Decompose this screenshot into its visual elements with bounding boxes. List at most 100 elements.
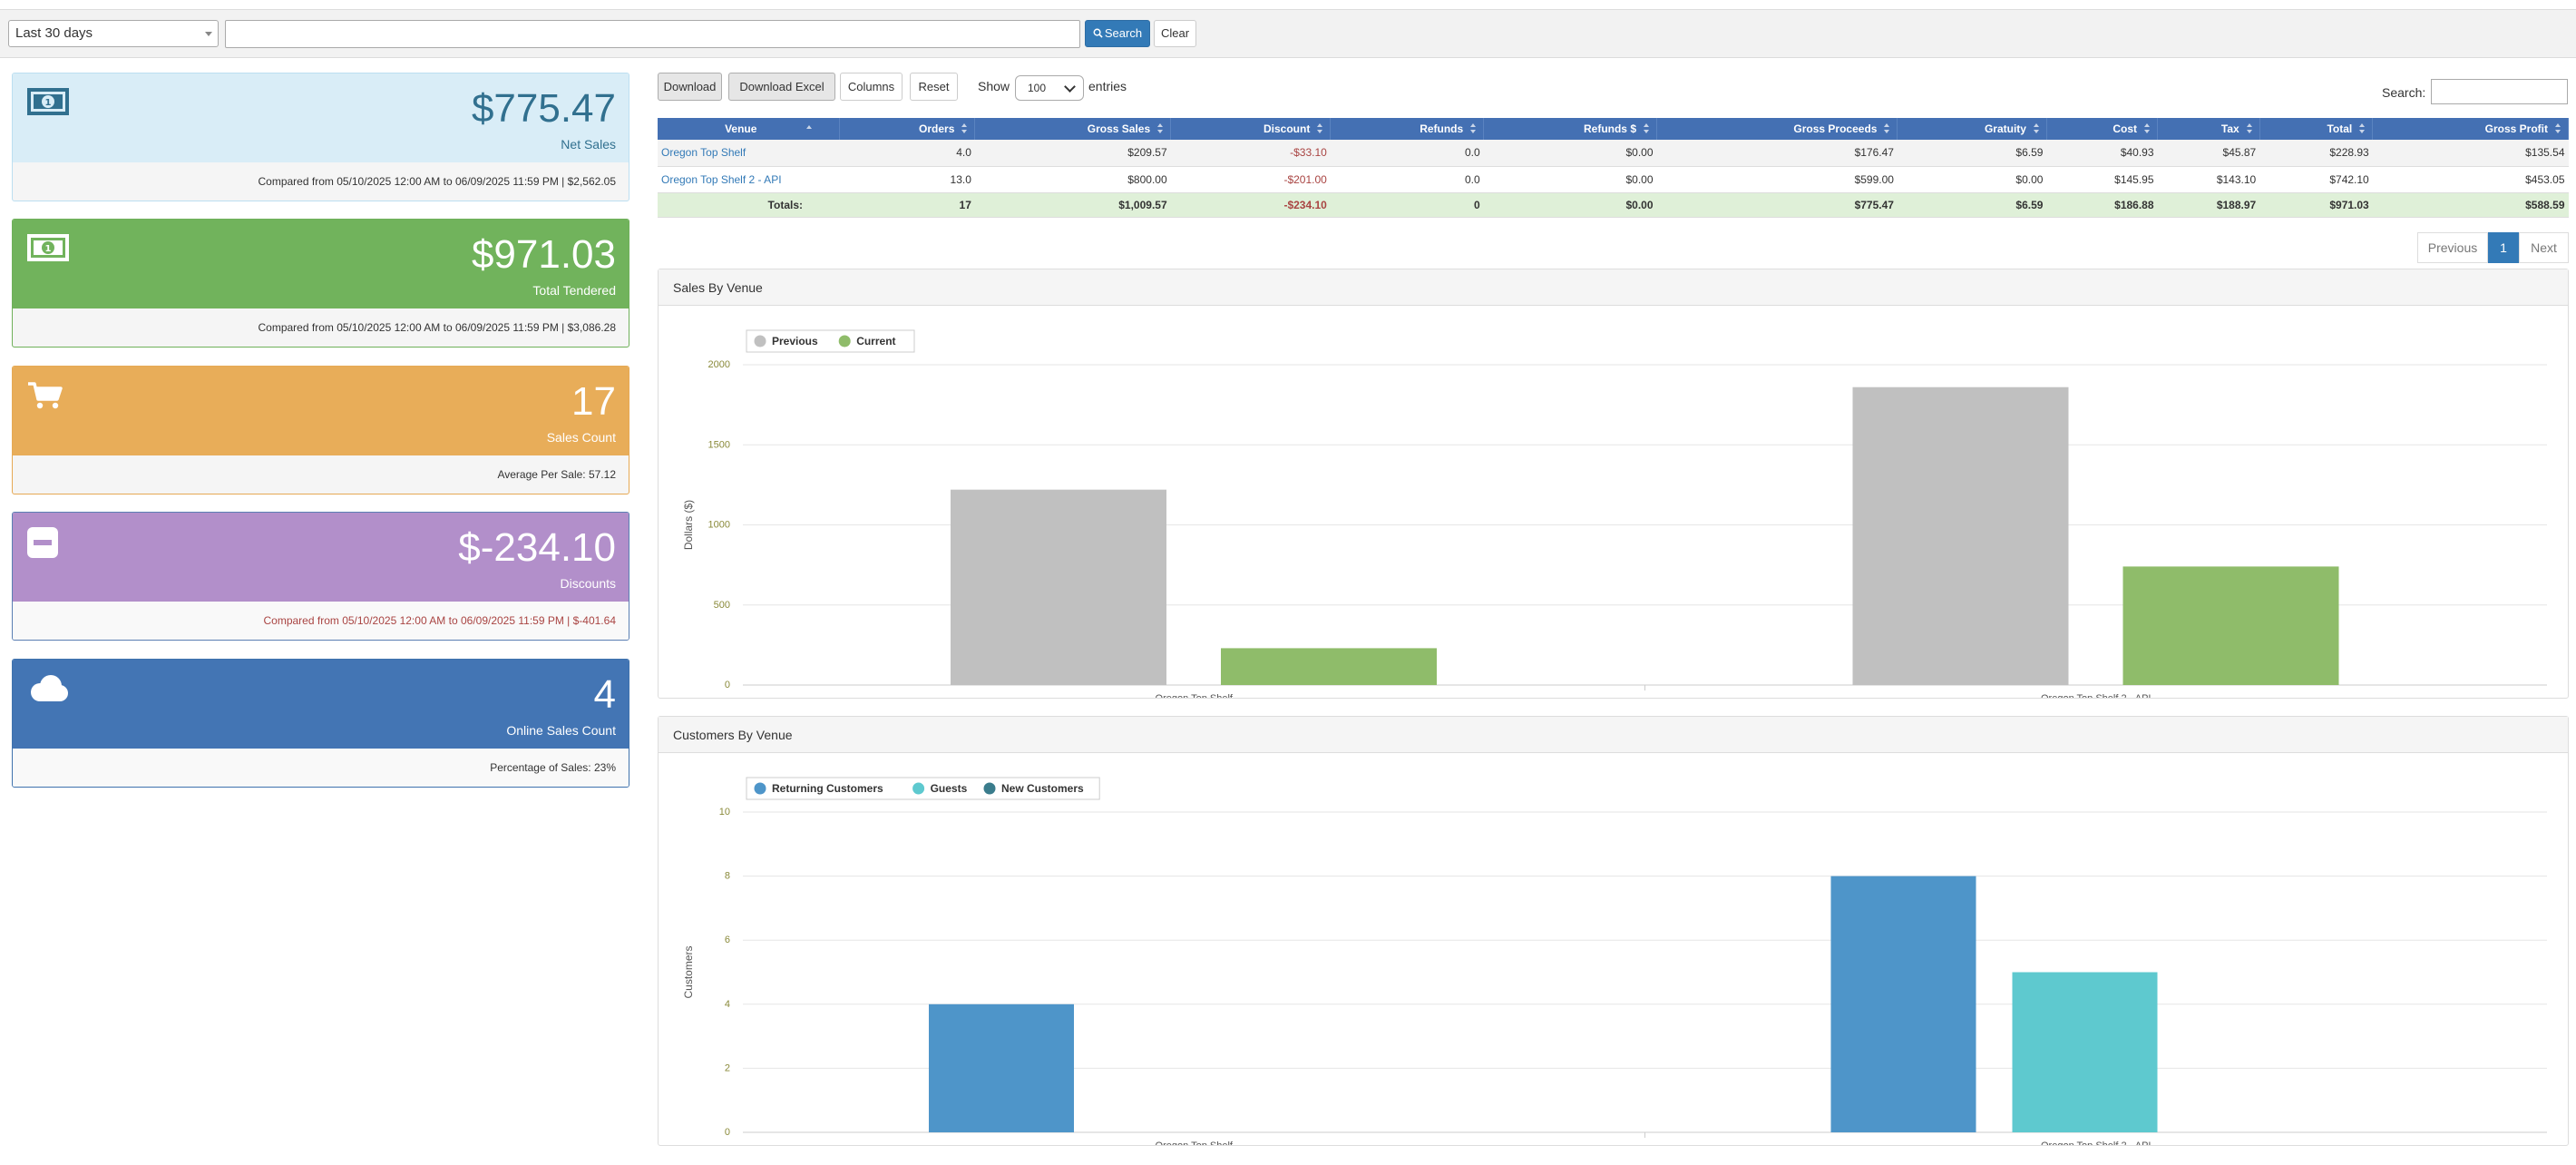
sales-table: Venue Orders Gross Sales Discount Refund… <box>658 118 2569 218</box>
y-tick-label: 2000 <box>708 359 730 370</box>
next-page-button[interactable]: Next <box>2519 232 2569 263</box>
column-header-discount[interactable]: Discount <box>1170 118 1332 140</box>
page-1-button[interactable]: 1 <box>2488 232 2519 263</box>
bar <box>2122 566 2339 685</box>
download-excel-button[interactable]: Download Excel <box>728 73 835 101</box>
column-header-tax[interactable]: Tax <box>2157 118 2260 140</box>
table-search-input[interactable] <box>2431 79 2568 104</box>
caret-down-icon <box>205 32 212 36</box>
y-tick-label: 0 <box>725 1127 730 1138</box>
sort-icon <box>1157 123 1164 134</box>
total-tendered-footer: Compared from 05/10/2025 12:00 AM to 06/… <box>258 321 617 334</box>
total-tendered-value: $971.03 <box>471 232 616 277</box>
sort-icon <box>2359 123 2366 134</box>
online-sales-value: 4 <box>593 672 616 717</box>
online-sales-footer: Percentage of Sales: 23% <box>13 749 629 787</box>
sort-icon <box>2246 123 2252 134</box>
money-icon: 1 <box>27 88 69 115</box>
download-button[interactable]: Download <box>658 73 722 101</box>
date-range-select[interactable]: Last 30 days <box>8 20 219 47</box>
table-row: Oregon Top Shelf 4.0 $209.57 -$33.10 0.0… <box>658 140 2569 167</box>
totals-cell: 0 <box>1330 192 1484 218</box>
venue-link[interactable]: Oregon Top Shelf 2 - API <box>658 166 839 193</box>
net-sales-card: 1 $775.47 Net Sales Compared from 05/10/… <box>12 73 629 201</box>
table-cell: $599.00 <box>1656 166 1898 193</box>
sort-icon <box>2033 123 2039 134</box>
customers-by-venue-title: Customers By Venue <box>659 717 2568 753</box>
legend-label: Current <box>856 335 895 348</box>
online-sales-card: 4 Online Sales Count Percentage of Sales… <box>12 659 629 788</box>
table-cell: $176.47 <box>1656 140 1898 167</box>
legend: Returning Customers Guests New Customers <box>746 777 1100 800</box>
table-cell: $143.10 <box>2157 166 2260 193</box>
totals-cell: $188.97 <box>2157 192 2260 218</box>
sort-asc-icon <box>805 125 812 129</box>
columns-button[interactable]: Columns <box>840 73 903 101</box>
legend-label: Guests <box>931 782 968 795</box>
table-row: Oregon Top Shelf 2 - API 13.0 $800.00 -$… <box>658 166 2569 193</box>
sort-icon <box>961 123 968 134</box>
totals-cell: $971.03 <box>2259 192 2373 218</box>
column-header-gratuity[interactable]: Gratuity <box>1897 118 2047 140</box>
legend-swatch <box>983 782 996 795</box>
column-header-venue[interactable]: Venue <box>658 118 840 140</box>
y-tick-label: 6 <box>725 935 730 945</box>
sales-by-venue-chart: 0 500 1000 1500 2000 Dollars ($) Oregon Top Sh… <box>682 329 2547 698</box>
legend: Previous Current <box>746 329 915 353</box>
column-header-cost[interactable]: Cost <box>2046 118 2159 140</box>
entries-label: entries <box>1088 79 1127 93</box>
y-axis-label: Dollars ($) <box>682 500 695 550</box>
table-cell: $45.87 <box>2157 140 2260 167</box>
column-header-gross-profit[interactable]: Gross Profit <box>2372 118 2569 140</box>
page-length-select[interactable]: 100 <box>1015 75 1084 101</box>
net-sales-footer: Compared from 05/10/2025 12:00 AM to 06/… <box>258 175 617 188</box>
show-label: Show <box>978 79 1010 93</box>
legend-label: Returning Customers <box>772 782 883 795</box>
discounts-header: $-234.10 Discounts <box>13 513 629 602</box>
customers-by-venue-chart: 0 2 4 6 8 10 Customers Oregon Top Shelf Oregon T… <box>682 777 2547 1145</box>
cloud-icon <box>31 675 68 701</box>
column-header-gross-sales[interactable]: Gross Sales <box>974 118 1172 140</box>
y-axis-label: Customers <box>682 945 695 998</box>
table-cell: $209.57 <box>974 140 1171 167</box>
reset-button[interactable]: Reset <box>910 73 958 101</box>
customers-by-venue-panel: Customers By Venue 0 2 4 6 8 10 Customers Orego… <box>658 716 2569 1146</box>
totals-row: Totals: 17 $1,009.57 -$234.10 0 $0.00 $7… <box>658 192 2569 218</box>
clear-button[interactable]: Clear <box>1154 20 1196 47</box>
table-cell: 0.0 <box>1330 140 1484 167</box>
table-header-row: Venue Orders Gross Sales Discount Refund… <box>658 118 2569 140</box>
y-tick-label: 8 <box>725 871 730 882</box>
x-tick-label: Oregon Top Shelf 2 - API <box>2041 1141 2151 1145</box>
sort-icon <box>2144 123 2151 134</box>
column-header-orders[interactable]: Orders <box>839 118 976 140</box>
table-cell: 13.0 <box>839 166 975 193</box>
total-tendered-card: 1 $971.03 Total Tendered Compared from 0… <box>12 219 629 348</box>
net-sales-header: 1 $775.47 Net Sales <box>13 73 629 162</box>
discounts-value: $-234.10 <box>458 525 616 570</box>
totals-cell: -$234.10 <box>1170 192 1331 218</box>
sort-icon <box>1644 123 1649 134</box>
table-cell: $6.59 <box>1897 140 2047 167</box>
sort-icon <box>1884 123 1890 134</box>
venue-link[interactable]: Oregon Top Shelf <box>658 140 839 167</box>
table-cell: 4.0 <box>839 140 975 167</box>
shopping-cart-icon <box>28 382 63 409</box>
column-header-gross-proceeds[interactable]: Gross Proceeds <box>1656 118 1898 140</box>
sales-count-label: Sales Count <box>546 430 616 445</box>
column-header-refunds-amount[interactable]: Refunds $ <box>1483 118 1657 140</box>
column-header-total[interactable]: Total <box>2259 118 2374 140</box>
net-sales-label: Net Sales <box>561 137 616 152</box>
filter-search-input[interactable] <box>225 20 1080 48</box>
bar <box>951 489 1166 685</box>
x-tick-label: Oregon Top Shelf 2 - API <box>2041 693 2151 698</box>
net-sales-value: $775.47 <box>471 86 616 131</box>
table-cell: $0.00 <box>1483 140 1657 167</box>
y-tick-label: 500 <box>714 600 730 611</box>
svg-text:1: 1 <box>45 98 52 108</box>
column-header-refunds[interactable]: Refunds <box>1330 118 1485 140</box>
search-button[interactable]: Search <box>1085 20 1150 47</box>
discounts-card: $-234.10 Discounts Compared from 05/10/2… <box>12 512 629 641</box>
previous-page-button[interactable]: Previous <box>2417 232 2488 263</box>
filter-bar: Last 30 days Search Clear <box>0 9 2576 58</box>
page-length-value: 100 <box>1028 82 1047 94</box>
